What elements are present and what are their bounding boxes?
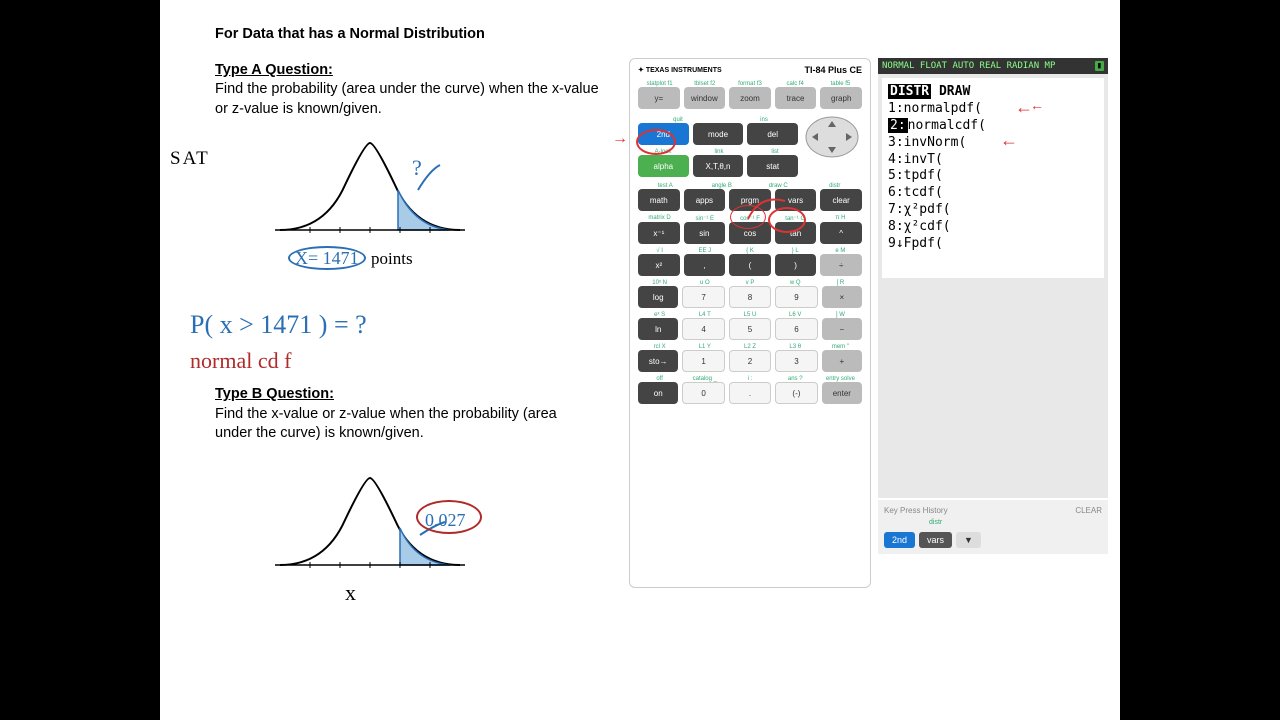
ti-brand: ✦ TEXAS INSTRUMENTS: [638, 66, 722, 74]
calc-key-x[interactable]: x⁻¹: [638, 222, 680, 244]
x-value: X= 1471: [295, 248, 359, 269]
normalcdf-note: normal cd f: [190, 348, 291, 374]
calc-key-clear[interactable]: clear: [820, 189, 862, 211]
kph-title: Key Press History: [884, 506, 948, 515]
calc-key-[interactable]: ^: [820, 222, 862, 244]
calc-key-apps[interactable]: apps: [684, 189, 726, 211]
draw-tab: DRAW: [939, 84, 970, 99]
screen-status-bar: NORMAL FLOAT AUTO REAL RADIAN MP ▮: [878, 58, 1108, 74]
distr-item-9: 9↓Fpdf(: [888, 236, 1098, 253]
calc-key-xtn[interactable]: X,T,θ,n: [693, 155, 744, 177]
probability-expr: P( x > 1471 ) = ?: [190, 310, 367, 340]
calc-key-stat[interactable]: stat: [747, 155, 798, 177]
distr-item-3: 3:invNorm(: [888, 135, 1098, 152]
calc-key-9[interactable]: 9: [775, 286, 817, 308]
calc-key-5[interactable]: 5: [729, 318, 771, 340]
type-b-heading: Type B Question:: [215, 386, 334, 402]
distr-item-5: 5:tpdf(: [888, 168, 1098, 185]
x-axis-label: x: [345, 580, 356, 606]
calc-key-sto[interactable]: sto→: [638, 350, 678, 372]
text-block: For Data that has a Normal Distribution …: [215, 25, 615, 125]
kph-chip-▼: ▼: [956, 532, 981, 548]
area-value: 0.027: [425, 510, 466, 531]
calc-key-enter[interactable]: enter: [822, 382, 862, 404]
calc-key-8[interactable]: 8: [729, 286, 771, 308]
calc-key-mode[interactable]: mode: [693, 123, 744, 145]
calc-key-7[interactable]: 7: [682, 286, 724, 308]
calc-key-[interactable]: .: [729, 382, 771, 404]
type-b-block: Type B Question: Find the x-value or z-v…: [215, 385, 595, 444]
calc-key-3[interactable]: 3: [775, 350, 817, 372]
calc-key-0[interactable]: 0: [682, 382, 724, 404]
calc-key-del[interactable]: del: [747, 123, 798, 145]
calc-key-[interactable]: ×: [822, 286, 862, 308]
distr-tab: DISTR: [888, 84, 931, 99]
ti84-calculator: ✦ TEXAS INSTRUMENTS TI-84 Plus CE statpl…: [629, 58, 871, 588]
distr-item-2: 2:normalcdf(: [888, 118, 1098, 135]
arrow-to-2nd: →: [612, 130, 628, 148]
points-label: points: [371, 249, 413, 269]
calc-key-cos[interactable]: cos: [729, 222, 771, 244]
distr-item-6: 6:tcdf(: [888, 185, 1098, 202]
calc-key-tan[interactable]: tan: [775, 222, 817, 244]
calc-key-log[interactable]: log: [638, 286, 678, 308]
type-a-heading: Type A Question:: [215, 61, 615, 81]
type-a-text: Find the probability (area under the cur…: [215, 80, 615, 119]
kph-chip-vars: vars: [919, 532, 952, 548]
calc-key-[interactable]: −: [822, 318, 862, 340]
calc-key-vars[interactable]: vars: [775, 189, 817, 211]
document-page: For Data that has a Normal Distribution …: [160, 0, 1120, 720]
calc-key-y[interactable]: y=: [638, 87, 680, 109]
calc-key-4[interactable]: 4: [682, 318, 724, 340]
calc-screen-panel: NORMAL FLOAT AUTO REAL RADIAN MP ▮ DISTR…: [878, 58, 1108, 498]
dpad[interactable]: [802, 113, 862, 161]
calc-key-math[interactable]: math: [638, 189, 680, 211]
kph-chip-2nd: 2nd: [884, 532, 915, 548]
calc-key-6[interactable]: 6: [775, 318, 817, 340]
calc-key-prgm[interactable]: prgm: [729, 189, 771, 211]
battery-icon: ▮: [1095, 61, 1104, 71]
kph-clear[interactable]: CLEAR: [1075, 506, 1102, 515]
sat-label: SAT: [170, 148, 210, 170]
calc-key-sin[interactable]: sin: [684, 222, 726, 244]
calc-key-alpha[interactable]: alpha: [638, 155, 689, 177]
ti-model: TI-84 Plus CE: [804, 65, 862, 75]
calc-key-[interactable]: ): [775, 254, 817, 276]
calc-key-[interactable]: +: [822, 350, 862, 372]
calc-key-2[interactable]: 2: [729, 350, 771, 372]
key-press-history: Key Press History CLEAR distr 2ndvars▼: [878, 500, 1108, 554]
calc-key-on[interactable]: on: [638, 382, 678, 404]
calc-key-[interactable]: (-): [775, 382, 817, 404]
calc-key-graph[interactable]: graph: [820, 87, 862, 109]
distr-item-7: 7:χ²pdf(: [888, 202, 1098, 219]
type-b-text: Find the x-value or z-value when the pro…: [215, 406, 557, 442]
calc-key-window[interactable]: window: [684, 87, 726, 109]
arrow-invt: ←: [1000, 130, 1018, 151]
calc-key-zoom[interactable]: zoom: [729, 87, 771, 109]
arrow-normalcdf-2: ←: [1030, 97, 1044, 113]
distr-item-4: 4:invT(: [888, 152, 1098, 169]
screen-body: DISTR DRAW 1:normalpdf(2:normalcdf(3:inv…: [882, 78, 1104, 278]
normal-curve-a: [270, 135, 470, 245]
calc-key-1[interactable]: 1: [682, 350, 724, 372]
calc-key-[interactable]: ,: [684, 254, 726, 276]
calc-key-x[interactable]: x²: [638, 254, 680, 276]
page-title: For Data that has a Normal Distribution: [215, 25, 615, 45]
kph-distr-label: distr: [929, 519, 1102, 526]
calc-key-ln[interactable]: ln: [638, 318, 678, 340]
calc-key-[interactable]: (: [729, 254, 771, 276]
calc-key-trace[interactable]: trace: [775, 87, 817, 109]
question-mark: ?: [412, 155, 422, 181]
calc-key-2nd[interactable]: 2nd: [638, 123, 689, 145]
distr-item-8: 8:χ²cdf(: [888, 219, 1098, 236]
distr-item-1: 1:normalpdf(: [888, 101, 1098, 118]
calc-key-[interactable]: ÷: [820, 254, 862, 276]
